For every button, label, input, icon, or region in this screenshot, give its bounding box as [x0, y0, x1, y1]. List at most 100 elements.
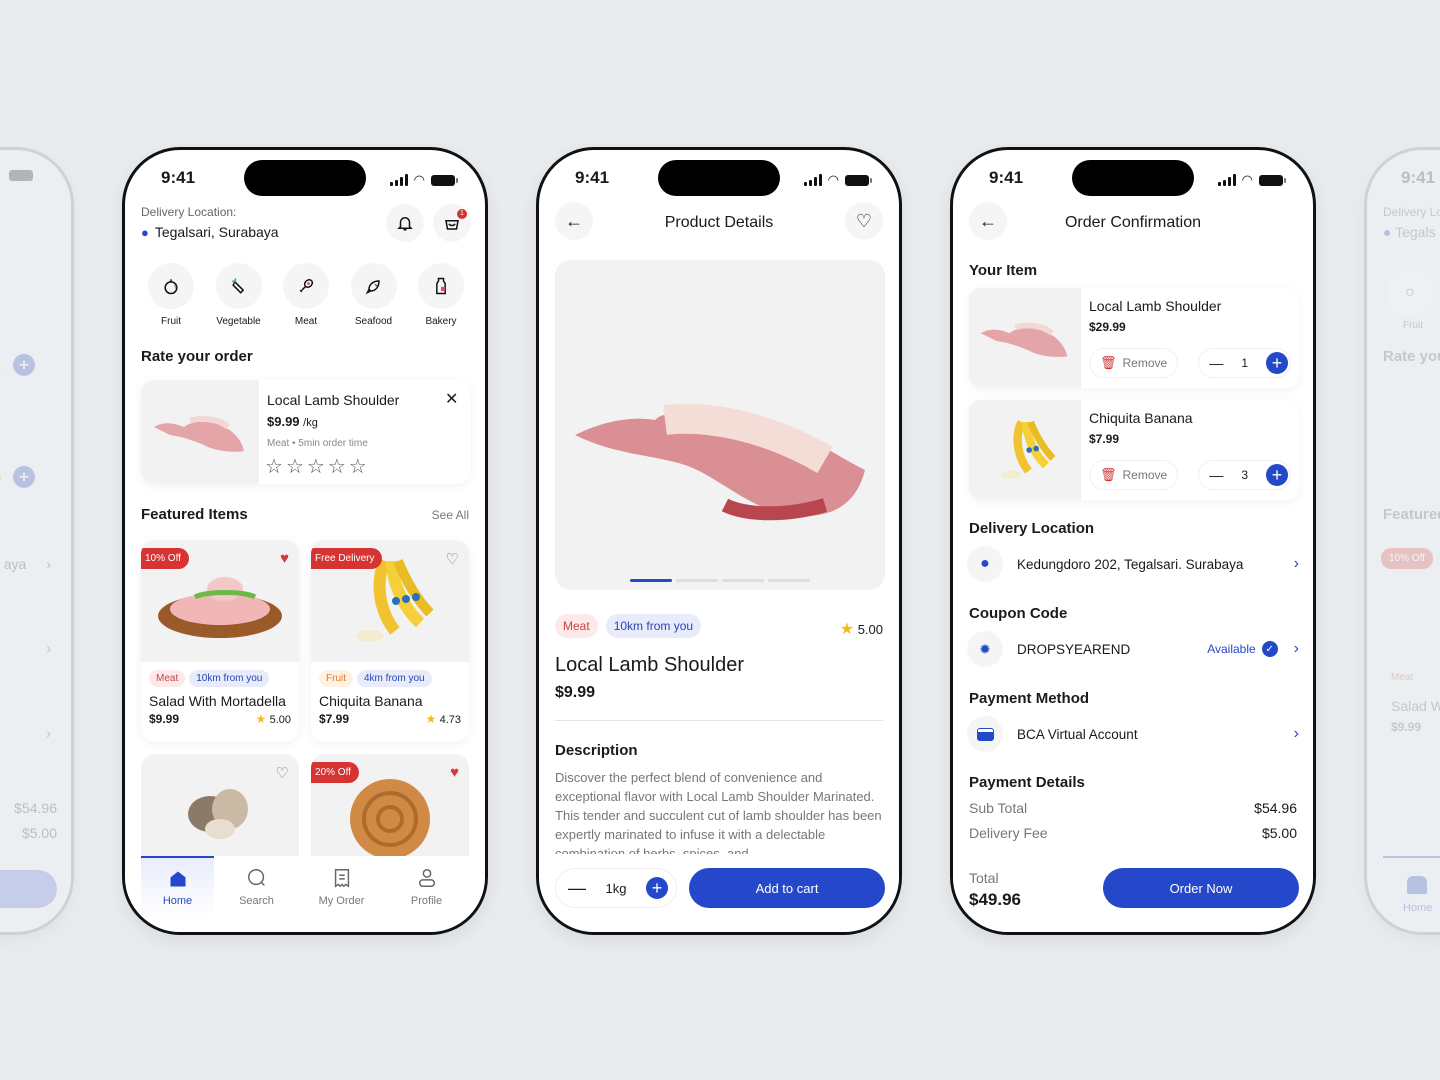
delivery-address: Kedungdoro 202, Tegalsari. Surabaya [1017, 556, 1244, 572]
notifications-button[interactable] [386, 204, 424, 242]
featured-card[interactable]: 10% Off ♥ Meat 10km from you Salad With … [141, 540, 299, 742]
star-icon: ★ [425, 712, 437, 726]
star-icon[interactable]: ☆ [286, 454, 304, 479]
chevron-right-icon: › [1293, 725, 1299, 742]
product-image-banana [969, 400, 1081, 500]
nav-home[interactable]: Home [141, 856, 214, 918]
product-image-lamb [969, 288, 1081, 388]
heart-outline-icon: ♡ [855, 210, 873, 231]
heart-filled-icon[interactable]: ♥ [280, 550, 289, 567]
bottom-nav: Home Search My Order Profile [125, 856, 485, 932]
star-icon[interactable]: ☆ [307, 454, 325, 479]
search-icon [247, 869, 265, 886]
heart-outline-icon[interactable]: ♡ [276, 764, 289, 782]
delivery-fee-label: Delivery Fee [969, 825, 1048, 841]
bottom-action-bar: — 1kg + Add to cart [539, 856, 899, 932]
subtotal-label: Sub Total [969, 800, 1028, 816]
chevron-right-icon: › [1293, 555, 1299, 572]
quantity-stepper: — 1 + [1198, 348, 1291, 378]
address-text: aya [3, 556, 27, 572]
delivery-location[interactable]: ● Tegalsari, Surabaya [141, 224, 279, 240]
category-vegetable[interactable]: Vegetable [207, 263, 271, 327]
checkout-bar: Total $49.96 Order Now [953, 854, 1313, 932]
coupon-code: DROPSYEAREND [1017, 641, 1131, 657]
plus-button[interactable]: + [1266, 352, 1288, 374]
milk-bottle-icon [436, 277, 446, 295]
product-price: $7.99 [319, 712, 350, 726]
plus-button[interactable]: + [646, 877, 668, 899]
heart-outline-icon[interactable]: ♡ [446, 550, 459, 568]
minus-button[interactable]: — [568, 878, 586, 899]
nav-search[interactable]: Search [214, 856, 299, 918]
remove-button[interactable]: 🗑 Remove [1089, 348, 1179, 378]
minus-button[interactable]: — [1209, 467, 1223, 483]
nav-label: Profile [410, 895, 443, 907]
star-icon: ★ [255, 712, 267, 726]
favorite-button[interactable]: ♡ [845, 202, 883, 240]
plus-button[interactable]: + [1266, 464, 1288, 486]
plus-icon: + [13, 466, 35, 488]
nav-label: My Order [318, 895, 365, 907]
star-icon[interactable]: ☆ [265, 454, 283, 479]
cart-item: Local Lamb Shoulder $29.99 🗑 Remove — 1 … [969, 288, 1299, 388]
see-all-link[interactable]: See All [432, 508, 469, 522]
trash-icon: 🗑 [1100, 355, 1117, 370]
delivery-location-label: Delivery Location: [141, 205, 237, 219]
carousel-dot[interactable] [676, 579, 718, 582]
star-icon[interactable]: ☆ [328, 454, 346, 479]
category-bakery[interactable]: Bakery [409, 263, 473, 327]
nav-profile[interactable]: Profile [384, 856, 469, 918]
description-title: Description [555, 742, 638, 759]
page-title: Order Confirmation [1064, 214, 1202, 231]
status-bar: 9:41 ◠ [539, 168, 899, 192]
product-rating: 5.00 [857, 622, 883, 637]
distance-tag: 10km from you [189, 670, 270, 687]
category-seafood[interactable]: Seafood [342, 263, 406, 327]
total-label: Total [969, 870, 999, 886]
product-image-carousel[interactable] [555, 260, 885, 590]
heart-filled-icon[interactable]: ♥ [450, 764, 459, 781]
phone-product-details: 9:41 ◠ ← Product Details ♡ Meat 10km fro… [536, 147, 902, 935]
carrot-icon [231, 278, 244, 294]
carousel-indicator [630, 579, 810, 582]
add-to-cart-button[interactable]: Add to cart [689, 868, 885, 908]
carousel-dot-active[interactable] [630, 579, 672, 582]
trash-icon: 🗑 [1100, 467, 1117, 482]
product-rating: 5.00 [269, 714, 291, 726]
order-now-button[interactable]: Order Now [1103, 868, 1299, 908]
carousel-dot[interactable] [768, 579, 810, 582]
battery-icon [9, 170, 33, 181]
nav-label: Search [239, 895, 274, 907]
delivery-fee-value: $5.00 [21, 825, 57, 841]
close-icon[interactable]: ✕ [445, 389, 458, 409]
product-image-lamb [141, 380, 259, 484]
delivery-location-row[interactable]: ● Kedungdoro 202, Tegalsari. Surabaya › [967, 546, 1299, 582]
home-icon [170, 871, 185, 887]
signal-icon [1217, 174, 1236, 186]
description-text: Discover the perfect blend of convenienc… [555, 770, 882, 854]
cart-button[interactable]: 1 [433, 204, 471, 242]
category-label: Vegetable [216, 316, 261, 327]
plus-icon: + [13, 354, 35, 376]
chevron-right-icon: › [46, 725, 51, 741]
category-fruit[interactable]: Fruit [139, 263, 203, 327]
quantity-stepper: — 3 + [1198, 460, 1291, 490]
location-pin-icon: ● [967, 546, 1003, 582]
item-price: $29.99 [1089, 320, 1126, 334]
category-meat[interactable]: Meat [274, 263, 338, 327]
nav-my-order[interactable]: My Order [299, 856, 384, 918]
carousel-dot[interactable] [722, 579, 764, 582]
category-label: Fruit [161, 316, 181, 327]
star-rating-input[interactable]: ☆ ☆ ☆ ☆ ☆ [265, 454, 367, 479]
category-label: Meat [294, 316, 318, 327]
coupon-code-title: Coupon Code [969, 605, 1068, 622]
minus-button[interactable]: — [1209, 355, 1223, 371]
featured-card[interactable]: Free Delivery ♡ Fruit 4km from you Chiqu… [311, 540, 469, 742]
star-icon[interactable]: ☆ [349, 454, 367, 479]
coupon-row[interactable]: ✹ DROPSYEAREND Available ✓ › [967, 631, 1299, 667]
remove-button[interactable]: 🗑 Remove [1089, 460, 1179, 490]
coupon-status: Available [1207, 642, 1256, 656]
receipt-icon [334, 869, 349, 888]
payment-method-row[interactable]: BCA Virtual Account › [967, 716, 1299, 752]
category-label: Seafood [354, 316, 393, 327]
